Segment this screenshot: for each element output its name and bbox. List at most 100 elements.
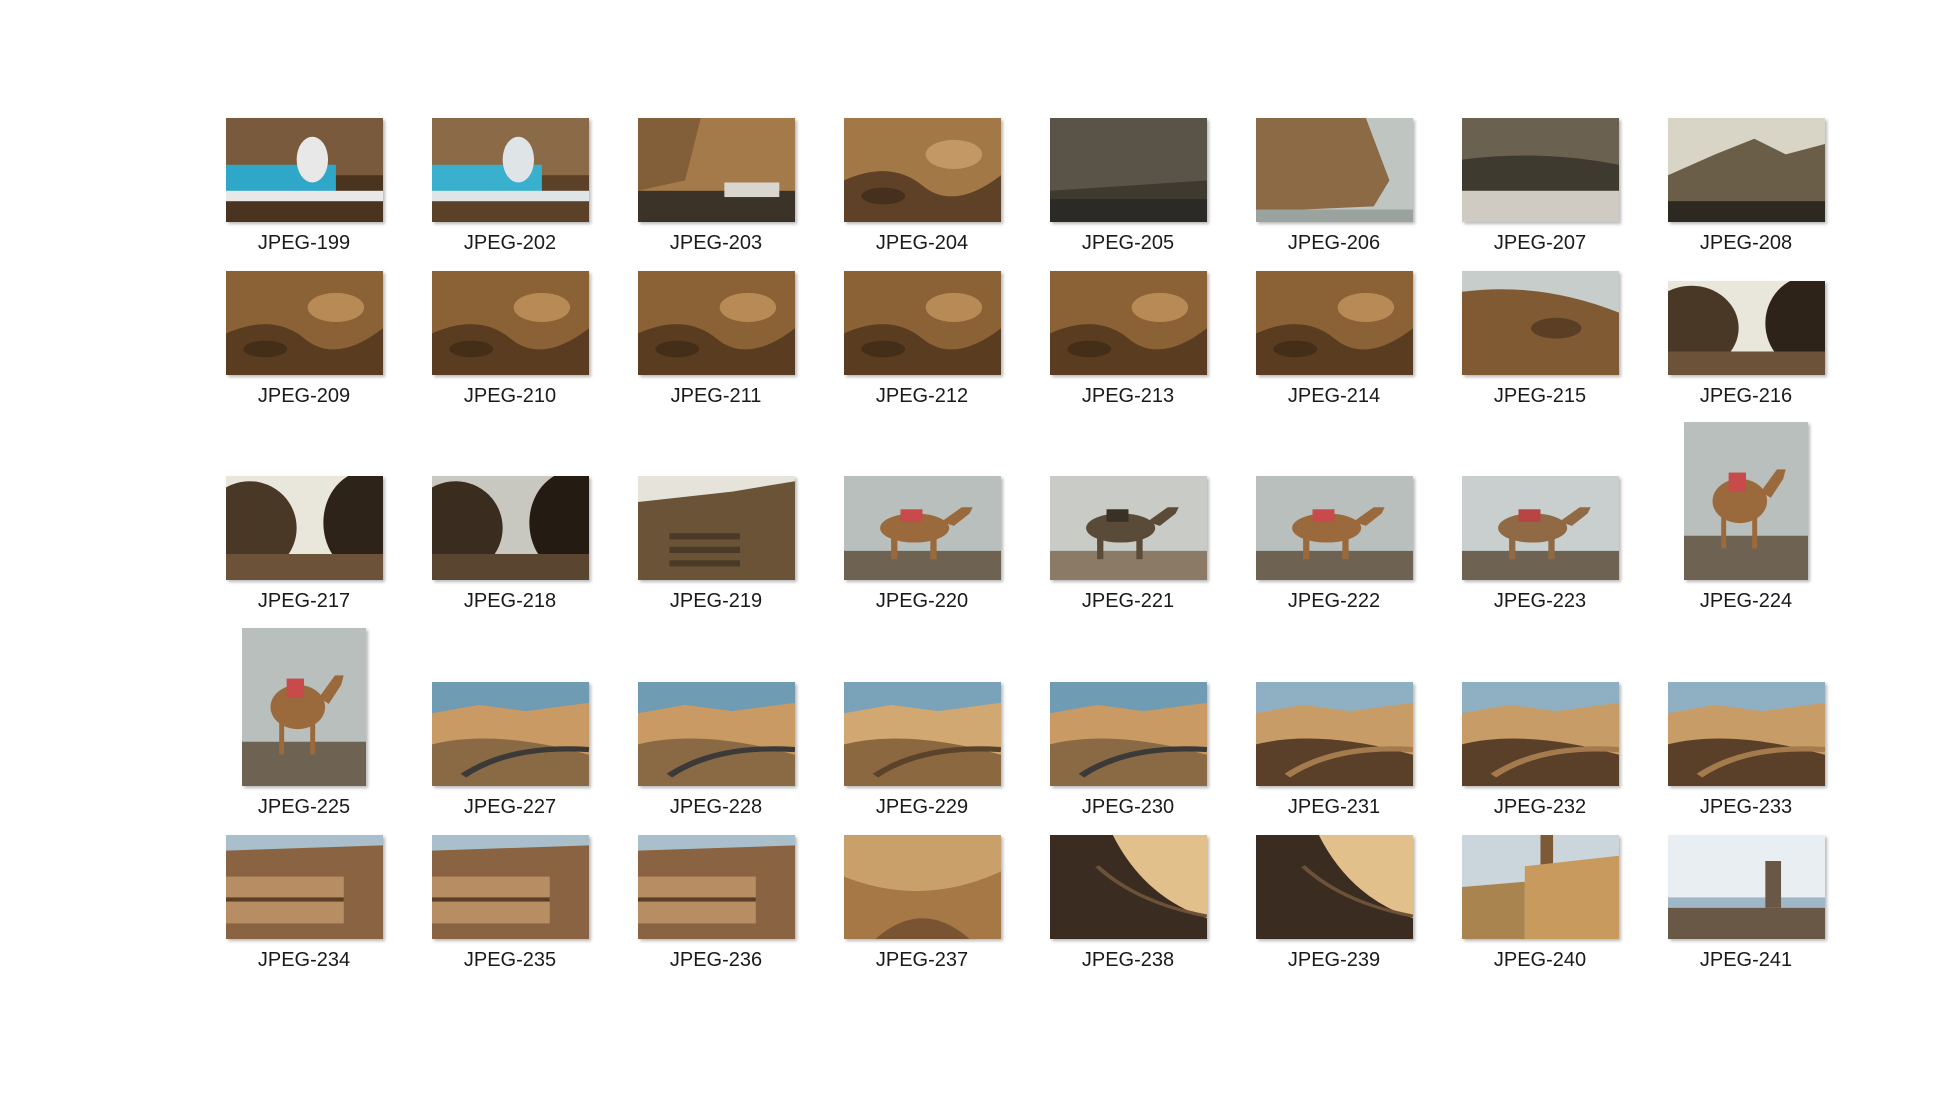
file-name-label: JPEG-211 (670, 385, 762, 407)
thumbnail-image[interactable] (225, 835, 383, 939)
thumbnail-image[interactable] (637, 118, 795, 222)
thumbnail-image[interactable] (1255, 271, 1413, 375)
thumbnail-frame (819, 835, 1025, 939)
file-name-label: JPEG-233 (1699, 796, 1793, 818)
thumbnail-frame (201, 628, 407, 786)
thumbnail-frame (1437, 835, 1643, 939)
file-name-label: JPEG-225 (257, 796, 351, 818)
thumbnail-image[interactable] (843, 835, 1001, 939)
thumbnail-frame (201, 835, 407, 939)
thumbnail-image[interactable] (843, 118, 1001, 222)
thumbnail-image[interactable] (637, 835, 795, 939)
thumbnail-frame (1643, 118, 1849, 222)
file-name-label: JPEG-231 (1287, 796, 1381, 818)
thumbnail-image[interactable] (1461, 476, 1619, 580)
thumbnail-image[interactable] (843, 271, 1001, 375)
thumbnail-frame (819, 476, 1025, 580)
thumbnail-image[interactable] (1049, 118, 1207, 222)
thumbnail-image[interactable] (431, 682, 589, 786)
thumbnail-image[interactable] (1461, 271, 1619, 375)
thumbnail-image[interactable] (1255, 682, 1413, 786)
thumbnail-frame (407, 476, 613, 580)
thumbnail-image[interactable] (1255, 476, 1413, 580)
thumbnail-frame (1437, 476, 1643, 580)
thumbnail-image[interactable] (637, 682, 795, 786)
file-name-label: JPEG-235 (463, 949, 557, 971)
thumbnail-image[interactable] (225, 476, 383, 580)
file-name-label: JPEG-223 (1493, 590, 1587, 612)
thumbnail-image[interactable] (637, 476, 795, 580)
thumbnail-image[interactable] (843, 682, 1001, 786)
thumbnail-frame (819, 118, 1025, 222)
file-name-label: JPEG-240 (1493, 949, 1587, 971)
thumbnail-frame (407, 835, 613, 939)
thumbnail-frame (1231, 271, 1437, 375)
thumbnail-frame (1231, 476, 1437, 580)
thumbnail-frame (1437, 271, 1643, 375)
thumbnail-frame (613, 835, 819, 939)
thumbnail-image[interactable] (1461, 835, 1619, 939)
file-name-label: JPEG-205 (1081, 232, 1175, 254)
thumbnail-frame (613, 476, 819, 580)
file-name-label: JPEG-208 (1699, 232, 1793, 254)
file-name-label: JPEG-204 (875, 232, 969, 254)
file-name-label: JPEG-232 (1493, 796, 1587, 818)
thumbnail-frame (407, 271, 613, 375)
thumbnail-image[interactable] (1684, 422, 1808, 580)
file-name-label: JPEG-227 (463, 796, 557, 818)
thumbnail-image[interactable] (1461, 118, 1619, 222)
thumbnail-image[interactable] (1461, 682, 1619, 786)
thumbnail-frame (1643, 281, 1849, 375)
thumbnail-image[interactable] (225, 118, 383, 222)
file-name-label: JPEG-237 (875, 949, 969, 971)
thumbnail-frame (819, 271, 1025, 375)
file-name-label: JPEG-210 (463, 385, 557, 407)
thumbnail-frame (1025, 271, 1231, 375)
thumbnail-image[interactable] (1667, 118, 1825, 222)
file-name-label: JPEG-219 (669, 590, 763, 612)
thumbnail-image[interactable] (242, 628, 366, 786)
file-name-label: JPEG-212 (875, 385, 969, 407)
file-name-label: JPEG-203 (669, 232, 763, 254)
thumbnail-image[interactable] (637, 271, 795, 375)
thumbnail-image[interactable] (431, 476, 589, 580)
thumbnail-image[interactable] (431, 118, 589, 222)
thumbnail-image[interactable] (1667, 281, 1825, 375)
thumbnail-frame (1643, 835, 1849, 939)
thumbnail-image[interactable] (1049, 835, 1207, 939)
file-name-label: JPEG-216 (1699, 385, 1793, 407)
thumbnail-image[interactable] (1667, 835, 1825, 939)
thumbnail-frame (407, 118, 613, 222)
thumbnail-frame (819, 682, 1025, 786)
thumbnail-frame (1025, 476, 1231, 580)
file-name-label: JPEG-220 (875, 590, 969, 612)
thumbnail-frame (613, 682, 819, 786)
thumbnail-image[interactable] (1049, 476, 1207, 580)
thumbnail-image[interactable] (1049, 271, 1207, 375)
thumbnail-frame (201, 118, 407, 222)
file-name-label: JPEG-217 (257, 590, 351, 612)
file-name-label: JPEG-202 (463, 232, 557, 254)
thumbnail-image[interactable] (1255, 118, 1413, 222)
file-name-label: JPEG-228 (669, 796, 763, 818)
thumbnail-image[interactable] (1255, 835, 1413, 939)
file-name-label: JPEG-234 (257, 949, 351, 971)
file-name-label: JPEG-224 (1699, 590, 1793, 612)
file-name-label: JPEG-213 (1081, 385, 1175, 407)
thumbnail-image[interactable] (225, 271, 383, 375)
thumbnail-image[interactable] (843, 476, 1001, 580)
thumbnail-image[interactable] (1049, 682, 1207, 786)
file-name-label: JPEG-221 (1081, 590, 1175, 612)
thumbnail-frame (1025, 835, 1231, 939)
thumbnail-frame (1025, 118, 1231, 222)
thumbnail-image[interactable] (431, 271, 589, 375)
thumbnail-frame (1643, 422, 1849, 580)
file-name-label: JPEG-218 (463, 590, 557, 612)
thumbnail-frame (1231, 682, 1437, 786)
thumbnail-frame (1025, 682, 1231, 786)
file-name-label: JPEG-241 (1699, 949, 1793, 971)
thumbnail-frame (1231, 118, 1437, 222)
thumbnail-image[interactable] (431, 835, 589, 939)
thumbnail-image[interactable] (1667, 682, 1825, 786)
thumbnail-frame (407, 682, 613, 786)
